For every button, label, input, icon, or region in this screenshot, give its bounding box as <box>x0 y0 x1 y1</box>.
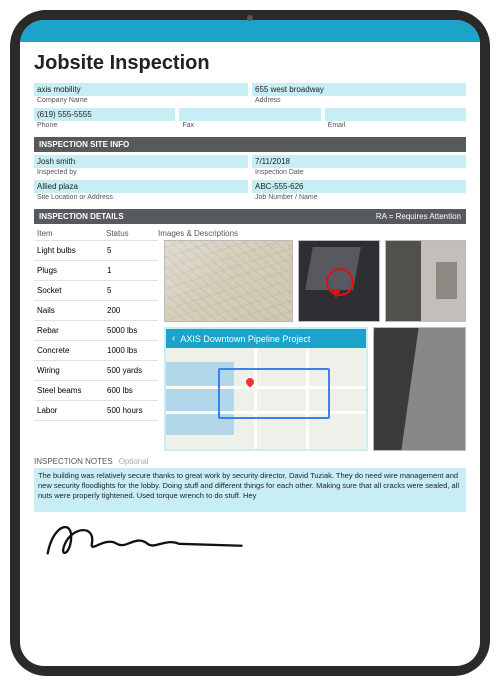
form-content: Jobsite Inspection axis mobilityCompany … <box>20 42 480 666</box>
item-name: Labor <box>34 401 104 420</box>
inspected-by-label: Inspected by <box>34 168 248 177</box>
item-name: Rebar <box>34 321 104 340</box>
inspection-photo-3[interactable] <box>385 240 466 322</box>
table-row: Plugs1 <box>34 260 158 280</box>
table-row: Steel beams600 lbs <box>34 380 158 400</box>
item-name: Plugs <box>34 261 104 280</box>
address-label: Address <box>252 96 466 105</box>
signature-area[interactable] <box>34 512 466 566</box>
company-value[interactable]: axis mobility <box>34 83 248 96</box>
items-table: Light bulbs5Plugs1Socket5Nails200Rebar50… <box>34 240 158 451</box>
site-location-value[interactable]: Allied plaza <box>34 180 248 193</box>
map-widget[interactable]: ‹AXIS Downtown Pipeline Project <box>164 327 368 451</box>
camera-dot <box>247 15 253 21</box>
company-label: Company Name <box>34 96 248 105</box>
item-name: Light bulbs <box>34 241 104 260</box>
fax-value[interactable] <box>179 108 320 121</box>
inspection-date-value[interactable]: 7/11/2018 <box>252 155 466 168</box>
inspection-photo-4[interactable] <box>373 327 466 451</box>
table-row: Nails200 <box>34 300 158 320</box>
item-status: 500 hours <box>104 401 154 420</box>
item-status: 1000 lbs <box>104 341 154 360</box>
inspection-photo-1[interactable] <box>164 240 293 322</box>
item-status: 5000 lbs <box>104 321 154 340</box>
screen: Jobsite Inspection axis mobilityCompany … <box>20 20 480 666</box>
item-name: Nails <box>34 301 104 320</box>
inspected-by-value[interactable]: Josh smith <box>34 155 248 168</box>
table-row: Light bulbs5 <box>34 240 158 260</box>
item-name: Socket <box>34 281 104 300</box>
inspection-photo-2[interactable] <box>298 240 379 322</box>
fax-label: Fax <box>179 121 320 130</box>
table-row: Rebar5000 lbs <box>34 320 158 340</box>
item-status: 5 <box>104 281 154 300</box>
phone-label: Phone <box>34 121 175 130</box>
map-title-bar: ‹AXIS Downtown Pipeline Project <box>166 329 366 348</box>
job-number-label: Job Number / Name <box>252 193 466 202</box>
item-status: 600 lbs <box>104 381 154 400</box>
inspection-date-label: Inspection Date <box>252 168 466 177</box>
ra-hint: RA = Requires Attention <box>376 212 461 221</box>
notes-textarea[interactable]: The building was relatively secure thank… <box>34 468 466 512</box>
app-topbar <box>20 20 480 42</box>
email-value[interactable] <box>325 108 466 121</box>
email-label: Email <box>325 121 466 130</box>
tablet-frame: Jobsite Inspection axis mobilityCompany … <box>10 10 490 676</box>
site-location-label: Site Location or Address <box>34 193 248 202</box>
item-name: Wiring <box>34 361 104 380</box>
item-status: 500 yards <box>104 361 154 380</box>
job-number-value[interactable]: ABC-555-626 <box>252 180 466 193</box>
table-row: Concrete1000 lbs <box>34 340 158 360</box>
item-name: Steel beams <box>34 381 104 400</box>
back-arrow-icon[interactable]: ‹ <box>172 333 175 344</box>
item-status: 200 <box>104 301 154 320</box>
phone-value[interactable]: (619) 555-5555 <box>34 108 175 121</box>
table-row: Labor500 hours <box>34 400 158 421</box>
item-status: 1 <box>104 261 154 280</box>
page-title: Jobsite Inspection <box>34 52 466 75</box>
table-row: Wiring500 yards <box>34 360 158 380</box>
table-row: Socket5 <box>34 280 158 300</box>
item-status: 5 <box>104 241 154 260</box>
address-value[interactable]: 655 west broadway <box>252 83 466 96</box>
map-canvas[interactable] <box>166 348 366 449</box>
section-site-info: INSPECTION SITE INFO <box>34 137 466 152</box>
section-details: INSPECTION DETAILSRA = Requires Attentio… <box>34 209 466 224</box>
images-area: ‹AXIS Downtown Pipeline Project <box>164 240 466 451</box>
notes-label: INSPECTION NOTESOptional <box>34 457 466 466</box>
item-name: Concrete <box>34 341 104 360</box>
signature-icon <box>40 515 251 563</box>
details-header: Item Status Images & Descriptions <box>34 227 466 240</box>
